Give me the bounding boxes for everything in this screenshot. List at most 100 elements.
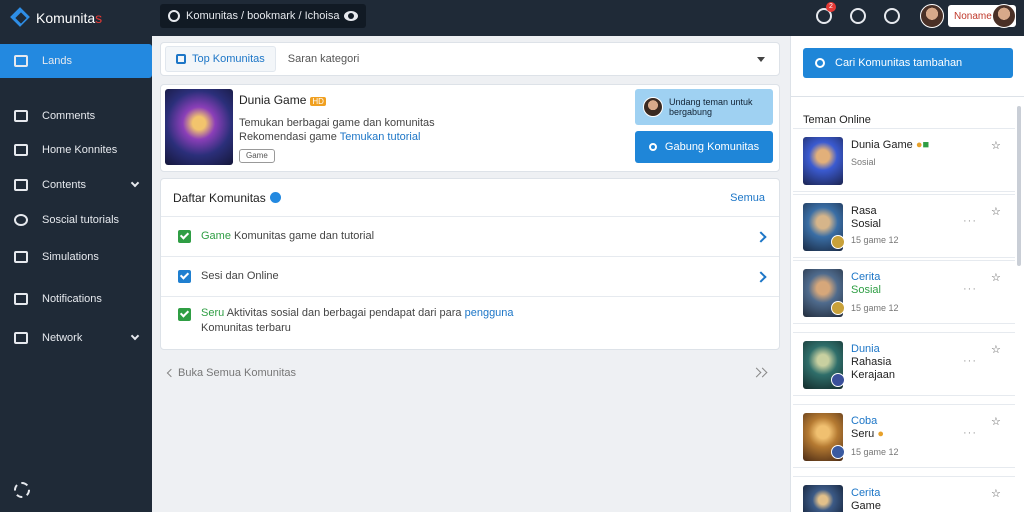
more-icon[interactable]: ··· bbox=[963, 283, 977, 295]
game-desc-link[interactable]: Temukan tutorial bbox=[340, 131, 421, 143]
right-panel: Cari Komunitas tambahan Teman Online Dun… bbox=[790, 36, 1024, 512]
game-card: Dunia Game HD Temukan berbagai game dan k… bbox=[160, 84, 780, 172]
game-title-text: Dunia Game bbox=[239, 93, 307, 107]
top-bar: Komunita s Komunitas / bookmark / Ichoisa… bbox=[0, 0, 1024, 36]
more-icon[interactable]: ··· bbox=[963, 355, 977, 367]
search-icon-top[interactable] bbox=[884, 8, 900, 24]
pagination-label[interactable]: Buka Semua Komunitas bbox=[178, 367, 296, 379]
top-search-input[interactable]: Komunitas / bookmark / Ichoisa bbox=[160, 4, 366, 28]
avatar[interactable] bbox=[920, 4, 944, 28]
friend-name-line2: Rahasia bbox=[851, 356, 892, 368]
star-icon[interactable]: ☆ bbox=[991, 345, 1001, 356]
game-badge: HD bbox=[310, 97, 326, 106]
emoji-icon: ● bbox=[877, 428, 884, 440]
sidebar-item-network[interactable]: Network bbox=[0, 321, 152, 355]
online-friends-title: Teman Online bbox=[803, 114, 871, 126]
brand-name: Komunita bbox=[36, 10, 96, 26]
list-item[interactable]: Game Komunitas game dan tutorial bbox=[161, 217, 779, 257]
friend-card[interactable]: Rasa Sosial 15 game 12 ··· ☆ bbox=[793, 194, 1015, 258]
filter-select-value[interactable]: Saran kategori bbox=[288, 53, 360, 65]
filter-chip-label: Top Komunitas bbox=[192, 53, 265, 65]
community-list-card: Daftar Komunitas Semua Game Komunitas ga… bbox=[160, 178, 780, 350]
game-tag[interactable]: Game bbox=[239, 149, 275, 163]
star-icon[interactable]: ☆ bbox=[991, 489, 1001, 500]
friend-name-text: Rasa bbox=[851, 205, 877, 217]
pagination: Buka Semua Komunitas bbox=[164, 366, 772, 382]
scrollbar[interactable] bbox=[1017, 106, 1021, 266]
list-item-lead: Seru bbox=[201, 307, 225, 319]
eye-icon[interactable] bbox=[344, 11, 358, 21]
avatar bbox=[831, 301, 845, 315]
game-thumbnail[interactable] bbox=[165, 89, 233, 165]
search-community-button[interactable]: Cari Komunitas tambahan bbox=[803, 48, 1013, 78]
friend-card[interactable]: Dunia Rahasia Kerajaan ··· ☆ bbox=[793, 332, 1015, 396]
list-item[interactable]: Seru Aktivitas sosial dan berbagai penda… bbox=[161, 297, 779, 349]
server-icon bbox=[14, 332, 28, 344]
friend-card[interactable]: Cerita Sosial 15 game 12 ··· ☆ bbox=[793, 260, 1015, 324]
list-item-lead: Game bbox=[201, 230, 231, 242]
avatar bbox=[831, 445, 845, 459]
brand-suffix: s bbox=[95, 10, 103, 26]
avatar bbox=[831, 235, 845, 249]
divider bbox=[791, 96, 1024, 97]
list-item[interactable]: Sesi dan Online bbox=[161, 257, 779, 297]
sidebar-item-notifications[interactable]: Notifications bbox=[0, 282, 152, 316]
see-all-link[interactable]: Semua bbox=[730, 192, 765, 204]
friend-name-text: Cerita bbox=[851, 487, 881, 499]
list-item-label: Sesi dan Online bbox=[201, 270, 279, 282]
more-icon[interactable]: ··· bbox=[963, 427, 977, 439]
chevron-right-icon[interactable] bbox=[755, 271, 767, 283]
friend-card[interactable]: Cerita Game ☆ bbox=[793, 476, 1015, 512]
star-icon[interactable]: ☆ bbox=[991, 207, 1001, 218]
star-icon[interactable]: ☆ bbox=[991, 141, 1001, 152]
avatar bbox=[643, 97, 663, 117]
folder-icon bbox=[14, 179, 28, 191]
join-community-button[interactable]: Gabung Komunitas bbox=[635, 131, 773, 163]
chevron-down-icon bbox=[130, 178, 140, 188]
chevron-down-icon[interactable] bbox=[757, 56, 765, 62]
list-item-label: Komunitas game dan tutorial bbox=[234, 230, 375, 242]
compass-icon bbox=[14, 214, 28, 226]
friend-card[interactable]: Dunia Game ●■ Sosial ☆ bbox=[793, 128, 1015, 192]
list-item-link[interactable]: pengguna bbox=[465, 307, 514, 319]
friend-name-text: Dunia bbox=[851, 343, 880, 355]
checkbox-checked[interactable] bbox=[178, 230, 191, 243]
join-button-label: Gabung Komunitas bbox=[664, 141, 760, 153]
brand-logo-icon bbox=[10, 7, 32, 29]
sidebar-item-contents[interactable]: Contents bbox=[0, 168, 152, 202]
filter-chip[interactable]: Top Komunitas bbox=[165, 46, 276, 72]
friend-sub: 15 game 12 bbox=[851, 447, 899, 457]
checkbox-checked[interactable] bbox=[178, 270, 191, 283]
invite-box[interactable]: Undang teman untuk bergabung bbox=[635, 89, 773, 125]
sidebar-item-social[interactable]: Soscial tutorials bbox=[0, 203, 152, 237]
settings-icon[interactable] bbox=[850, 8, 866, 24]
user-label: Noname bbox=[954, 10, 992, 22]
sidebar-item-comments[interactable]: Comments bbox=[0, 99, 152, 133]
star-icon[interactable]: ☆ bbox=[991, 417, 1001, 428]
friend-card[interactable]: Coba Seru ● 15 game 12 ··· ☆ bbox=[793, 404, 1015, 468]
checkbox-checked[interactable] bbox=[178, 308, 191, 321]
sidebar-item-simulations[interactable]: Simulations bbox=[0, 240, 152, 274]
friend-name-text: Cerita bbox=[851, 271, 881, 283]
avatar bbox=[831, 373, 845, 387]
star-icon[interactable]: ☆ bbox=[991, 273, 1001, 284]
join-icon bbox=[648, 143, 657, 151]
chevron-right-icon[interactable] bbox=[755, 231, 767, 243]
sidebar-item-lands[interactable]: Lands bbox=[0, 44, 152, 78]
bookmark-icon bbox=[14, 144, 28, 156]
brand[interactable]: Komunita s bbox=[0, 0, 152, 36]
gear-icon[interactable] bbox=[14, 482, 30, 498]
friend-name: Rasa Sosial bbox=[851, 205, 971, 231]
more-icon[interactable]: ··· bbox=[963, 215, 977, 227]
sidebar-item-home[interactable]: Home Konnites bbox=[0, 133, 152, 167]
invite-text: Undang teman untuk bergabung bbox=[669, 97, 753, 117]
chevron-right-icon[interactable] bbox=[757, 367, 768, 378]
sidebar-item-label: Contents bbox=[42, 179, 87, 191]
friend-name-line2: Seru bbox=[851, 428, 875, 440]
game-description: Temukan berbagai game dan komunitas bbox=[239, 117, 435, 129]
friend-name-line3: Kerajaan bbox=[851, 369, 896, 381]
game-desc-prefix: Rekomendasi game bbox=[239, 131, 337, 143]
friend-thumbnail bbox=[803, 485, 843, 512]
chevron-left-icon[interactable] bbox=[166, 368, 176, 378]
user-avatar[interactable] bbox=[992, 4, 1016, 28]
